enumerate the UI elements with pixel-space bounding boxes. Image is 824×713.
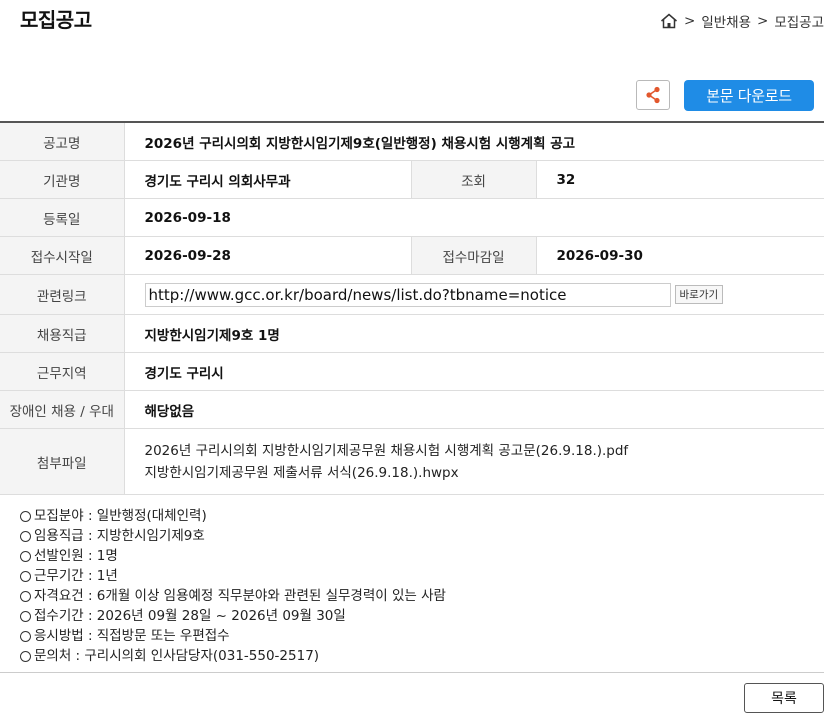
- reg-date-value: 2026-09-18: [124, 198, 824, 237]
- detail-text: 임용직급 : 지방한시임기제9호: [34, 528, 205, 544]
- org-value: 경기도 구리시 의회사무과: [124, 160, 411, 199]
- attachment-file-hwpx[interactable]: 지방한시임기제공무원 제출서류 서식(26.9.18.).hwpx: [145, 462, 824, 484]
- detail-item: 문의처 : 구리시의회 인사담당자(031-550-2517): [20, 646, 446, 666]
- detail-item: 모집분야 : 일반행정(대체인력): [20, 506, 446, 526]
- detail-text: 자격요건 : 6개월 이상 임용예정 직무분야와 관련된 실무경력이 있는 사람: [34, 588, 446, 604]
- list-button[interactable]: 목록: [744, 683, 824, 713]
- breadcrumb-separator: >: [684, 13, 696, 29]
- grade-value: 지방한시임기제9호 1명: [124, 314, 824, 353]
- disability-value: 해당없음: [124, 390, 824, 429]
- circle-icon: [20, 590, 31, 602]
- circle-icon: [20, 570, 31, 582]
- breadcrumb-item-notice[interactable]: 모집공고: [774, 11, 824, 31]
- detail-item: 접수기간 : 2026년 09월 28일 ~ 2026년 09월 30일: [20, 606, 446, 626]
- share-icon: [646, 86, 660, 104]
- page-title: 모집공고: [20, 8, 92, 32]
- org-label: 기관명: [0, 160, 125, 199]
- detail-text: 응시방법 : 직접방문 또는 우편접수: [34, 628, 230, 644]
- start-date-label: 접수시작일: [0, 236, 125, 275]
- row-title: 공고명 2026년 구리시의회 지방한시임기제9호(일반행정) 채용시험 시행계…: [0, 122, 824, 161]
- title-label: 공고명: [0, 122, 125, 161]
- link-cell: http://www.gcc.or.kr/board/news/list.do?…: [124, 274, 824, 315]
- disability-label: 장애인 채용 / 우대: [0, 390, 125, 429]
- title-value: 2026년 구리시의회 지방한시임기제9호(일반행정) 채용시험 시행계획 공고: [124, 122, 824, 161]
- detail-item: 선발인원 : 1명: [20, 546, 446, 566]
- row-link: 관련링크 http://www.gcc.or.kr/board/news/lis…: [0, 274, 824, 315]
- detail-text: 근무기간 : 1년: [34, 568, 118, 584]
- detail-text: 접수기간 : 2026년 09월 28일 ~ 2026년 09월 30일: [34, 608, 346, 624]
- go-link-button[interactable]: 바로가기: [674, 285, 724, 304]
- circle-icon: [20, 630, 31, 642]
- row-region: 근무지역 경기도 구리시: [0, 352, 824, 391]
- circle-icon: [20, 610, 31, 622]
- circle-icon: [20, 510, 31, 522]
- region-label: 근무지역: [0, 352, 125, 391]
- views-value: 32: [536, 160, 824, 199]
- files-label: 첨부파일: [0, 428, 125, 495]
- reg-date-label: 등록일: [0, 198, 125, 237]
- row-reg-date: 등록일 2026-09-18: [0, 198, 824, 237]
- share-button[interactable]: [636, 80, 670, 110]
- breadcrumb-separator: >: [757, 13, 769, 29]
- detail-text: 문의처 : 구리시의회 인사담당자(031-550-2517): [34, 648, 320, 664]
- start-date-value: 2026-09-28: [124, 236, 411, 275]
- end-date-label: 접수마감일: [410, 236, 537, 275]
- breadcrumb: > 일반채용 > 모집공고: [660, 11, 824, 31]
- row-grade: 채용직급 지방한시임기제9호 1명: [0, 314, 824, 353]
- detail-item: 응시방법 : 직접방문 또는 우편접수: [20, 626, 446, 646]
- home-icon[interactable]: [660, 13, 678, 29]
- end-date-value: 2026-09-30: [536, 236, 824, 275]
- footer-divider: [0, 672, 824, 673]
- row-disability: 장애인 채용 / 우대 해당없음: [0, 390, 824, 429]
- detail-text: 선발인원 : 1명: [34, 548, 118, 564]
- detail-text: 모집분야 : 일반행정(대체인력): [34, 508, 207, 524]
- link-label: 관련링크: [0, 274, 125, 315]
- region-value: 경기도 구리시: [124, 352, 824, 391]
- detail-item: 자격요건 : 6개월 이상 임용예정 직무분야와 관련된 실무경력이 있는 사람: [20, 586, 446, 606]
- row-files: 첨부파일 2026년 구리시의회 지방한시임기제공무원 채용시험 시행계획 공고…: [0, 428, 824, 495]
- views-label: 조회: [410, 160, 537, 199]
- notice-details-list: 모집분야 : 일반행정(대체인력) 임용직급 : 지방한시임기제9호 선발인원 …: [20, 506, 446, 666]
- download-body-button[interactable]: 본문 다운로드: [684, 80, 814, 111]
- row-period: 접수시작일 2026-09-28 접수마감일 2026-09-30: [0, 236, 824, 275]
- detail-item: 임용직급 : 지방한시임기제9호: [20, 526, 446, 546]
- row-org: 기관명 경기도 구리시 의회사무과 조회 32: [0, 160, 824, 199]
- related-link-field[interactable]: http://www.gcc.or.kr/board/news/list.do?…: [144, 282, 671, 307]
- breadcrumb-item-general-hiring[interactable]: 일반채용: [701, 11, 751, 31]
- circle-icon: [20, 650, 31, 662]
- detail-item: 근무기간 : 1년: [20, 566, 446, 586]
- grade-label: 채용직급: [0, 314, 125, 353]
- attachment-file-pdf[interactable]: 2026년 구리시의회 지방한시임기제공무원 채용시험 시행계획 공고문(26.…: [145, 440, 824, 462]
- files-cell: 2026년 구리시의회 지방한시임기제공무원 채용시험 시행계획 공고문(26.…: [124, 428, 824, 495]
- circle-icon: [20, 550, 31, 562]
- notice-info-table: 공고명 2026년 구리시의회 지방한시임기제9호(일반행정) 채용시험 시행계…: [0, 121, 824, 495]
- circle-icon: [20, 530, 31, 542]
